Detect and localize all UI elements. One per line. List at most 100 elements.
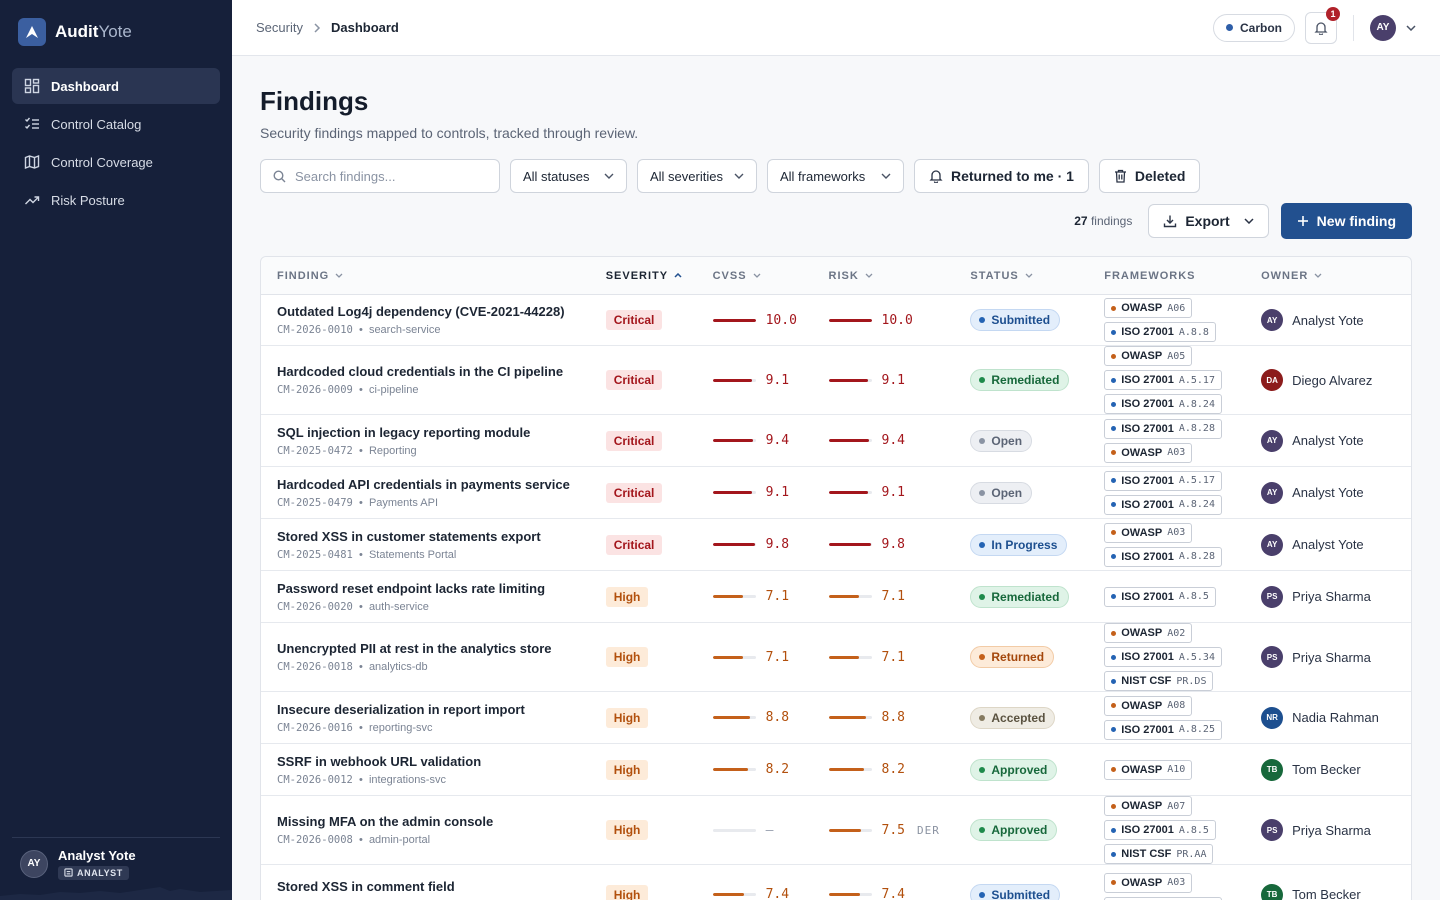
returned-to-me-button[interactable]: Returned to me · 1 (914, 159, 1089, 193)
column-header-severity[interactable]: SEVERITY (606, 270, 713, 282)
framework-tag[interactable]: OWASP A02 (1104, 623, 1193, 643)
cvss-score-bar (712, 491, 756, 494)
export-button[interactable]: Export (1148, 204, 1269, 238)
table-row[interactable]: Stored XSS in customer statements export… (261, 519, 1411, 571)
framework-tag[interactable]: ISO 27001 A.5.34 (1104, 647, 1222, 667)
framework-tag[interactable]: ISO 27001 A.8.5 (1104, 820, 1216, 840)
framework-tag[interactable]: ISO 27001 A.8.24 (1104, 494, 1222, 515)
owner[interactable]: TB Tom Becker (1261, 758, 1361, 781)
column-header-finding[interactable]: FINDING (261, 270, 606, 282)
finding-cell[interactable]: Password reset endpoint lacks rate limit… (261, 581, 606, 613)
framework-tag[interactable]: OWASP A03 (1104, 522, 1193, 543)
table-row[interactable]: Unencrypted PII at rest in the analytics… (261, 623, 1411, 692)
finding-asset: integrations-svc (368, 773, 446, 786)
framework-tag[interactable]: OWASP A10 (1104, 759, 1193, 780)
owner[interactable]: NR Nadia Rahman (1261, 706, 1379, 729)
column-header-owner[interactable]: OWNER (1261, 270, 1411, 282)
finding-cell[interactable]: SSRF in webhook URL validation CM-2026-00… (261, 754, 606, 786)
framework-tag[interactable]: ISO 27001A.8.28 (1104, 418, 1222, 439)
sidebar-user[interactable]: AY Analyst Yote ANALYST (12, 836, 220, 881)
finding-cell[interactable]: Outdated Log4j dependency (CVE-2021-4422… (261, 304, 606, 336)
finding-title[interactable]: SQL injection in legacy reporting module (277, 425, 530, 440)
framework-tag[interactable]: ISO 27001 A.8.5 (1104, 586, 1216, 607)
status-filter[interactable]: All statuses (510, 159, 627, 193)
severity-filter-value: All severities (650, 168, 723, 184)
table-row[interactable]: Password reset endpoint lacks rate limit… (261, 571, 1411, 623)
finding-cell[interactable]: Stored XSS in comment fieldCM-2026-0007 … (261, 879, 606, 900)
finding-title[interactable]: Outdated Log4j dependency (CVE-2021-4422… (277, 304, 565, 319)
table-row[interactable]: Missing MFA on the admin console CM-2026-… (261, 796, 1411, 865)
table-row[interactable]: Outdated Log4j dependency (CVE-2021-4422… (261, 295, 1411, 346)
finding-cell[interactable]: Unencrypted PII at rest in the analytics… (261, 641, 606, 673)
column-header-status[interactable]: STATUS (970, 270, 1104, 282)
table-row[interactable]: Hardcoded cloud credentials in the CI pi… (261, 346, 1411, 415)
search-input[interactable]: Search findings... (260, 159, 500, 193)
framework-tag[interactable]: OWASP A03 (1104, 872, 1193, 893)
framework-tag[interactable]: ISO 27001A.8.28 (1104, 546, 1222, 567)
finding-title[interactable]: Password reset endpoint lacks rate limit… (277, 581, 545, 596)
table-row[interactable]: Stored XSS in comment fieldCM-2026-0007 … (261, 865, 1411, 900)
framework-tag[interactable]: NIST CSF PR.AA (1104, 844, 1214, 864)
user-menu[interactable]: AY (1370, 14, 1416, 41)
framework-tag[interactable]: ISO 27001 A.8.8 (1104, 322, 1216, 342)
owner[interactable]: AY Analyst Yote (1261, 429, 1364, 452)
framework-tag[interactable]: ISO 27001 A.8.25 (1104, 719, 1222, 740)
new-finding-button[interactable]: New finding (1280, 203, 1412, 239)
risk-score: 10.0 (828, 313, 913, 328)
owner[interactable]: PS Priya Sharma (1261, 819, 1371, 841)
breadcrumb-item[interactable]: Security (256, 20, 303, 35)
severity-filter[interactable]: All severities (637, 159, 757, 193)
framework-tag[interactable]: OWASP A05 (1104, 346, 1193, 366)
framework-tag[interactable]: ISO 27001 A.8.24 (1104, 394, 1222, 414)
sidebar-item-dashboard[interactable]: Dashboard (12, 68, 220, 104)
table-row[interactable]: SQL injection in legacy reporting module… (261, 415, 1411, 467)
finding-title[interactable]: Unencrypted PII at rest in the analytics… (277, 641, 552, 656)
sidebar-item-control-coverage[interactable]: Control Coverage (12, 144, 220, 180)
framework-tag[interactable]: NIST CSF PR.DS (1104, 671, 1214, 691)
framework-tag[interactable]: OWASP A03 (1104, 442, 1193, 463)
findings-table: FINDING SEVERITY CVSS RISK STATUS FRAMEW… (260, 256, 1412, 900)
framework-filter[interactable]: All frameworks (767, 159, 904, 193)
severity-badge: High (605, 707, 649, 728)
cvss-score: 8.2 (712, 762, 789, 777)
framework-tag[interactable]: OWASP A06 (1104, 298, 1193, 318)
finding-title[interactable]: Stored XSS in customer statements export (277, 529, 541, 544)
owner[interactable]: AY Analyst Yote (1261, 533, 1364, 556)
sidebar-item-risk-posture[interactable]: Risk Posture (12, 182, 220, 218)
finding-title[interactable]: Insecure deserialization in report impor… (277, 702, 525, 717)
framework-tag[interactable]: ISO 27001 A.5.17 (1104, 470, 1222, 491)
owner[interactable]: DA Diego Alvarez (1261, 369, 1372, 391)
finding-cell[interactable]: Insecure deserialization in report impor… (261, 702, 606, 734)
finding-title[interactable]: Hardcoded cloud credentials in the CI pi… (277, 364, 563, 379)
finding-cell[interactable]: SQL injection in legacy reporting module… (261, 425, 606, 457)
owner[interactable]: PS Priya Sharma (1261, 585, 1371, 608)
finding-cell[interactable]: Stored XSS in customer statements export… (261, 529, 606, 561)
finding-title[interactable]: SSRF in webhook URL validation (277, 754, 481, 769)
column-header-cvss[interactable]: CVSS (713, 270, 829, 282)
framework-tag[interactable]: OWASP A07 (1104, 796, 1193, 816)
finding-id: CM-2025-0481 (277, 548, 353, 561)
cvss-score: 9.4 (712, 433, 789, 448)
framework-tag[interactable]: ISO 27001A.8.28 (1104, 896, 1222, 900)
owner[interactable]: PS Priya Sharma (1261, 646, 1371, 668)
owner[interactable]: AY Analyst Yote (1261, 481, 1364, 504)
finding-title[interactable]: Stored XSS in comment field (277, 879, 455, 894)
finding-cell[interactable]: Hardcoded API credentials in payments se… (261, 477, 606, 509)
finding-cell[interactable]: Missing MFA on the admin console CM-2026-… (261, 814, 606, 846)
finding-title[interactable]: Hardcoded API credentials in payments se… (277, 477, 570, 492)
owner[interactable]: AY Analyst Yote (1261, 309, 1364, 331)
finding-cell[interactable]: Hardcoded cloud credentials in the CI pi… (261, 364, 606, 396)
column-header-risk[interactable]: RISK (829, 270, 971, 282)
sidebar-item-control-catalog[interactable]: Control Catalog (12, 106, 220, 142)
table-row[interactable]: SSRF in webhook URL validation CM-2026-00… (261, 744, 1411, 796)
owner[interactable]: TB Tom Becker (1261, 883, 1361, 900)
table-row[interactable]: Insecure deserialization in report impor… (261, 692, 1411, 744)
app-logo[interactable]: AuditYote (0, 0, 232, 64)
deleted-button[interactable]: Deleted (1098, 159, 1201, 193)
notifications-button[interactable]: 1 (1305, 6, 1340, 44)
framework-tag[interactable]: OWASP A08 (1104, 695, 1193, 716)
framework-tag[interactable]: ISO 27001 A.5.17 (1104, 370, 1222, 390)
finding-title[interactable]: Missing MFA on the admin console (277, 814, 493, 829)
org-switcher[interactable]: Carbon (1213, 13, 1295, 42)
table-row[interactable]: Hardcoded API credentials in payments se… (261, 467, 1411, 519)
